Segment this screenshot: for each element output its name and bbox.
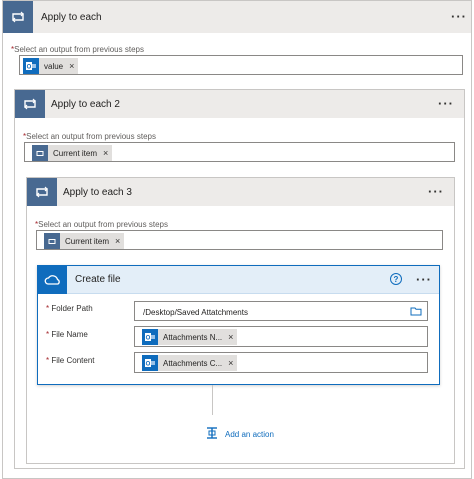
connector-line [212, 385, 213, 415]
apply-to-each-2-more-icon[interactable]: ··· [438, 97, 454, 110]
current-item-token-label: Current item [53, 148, 98, 158]
remove-token-icon[interactable]: × [115, 236, 120, 246]
svg-text:O: O [146, 336, 151, 342]
apply-to-each-2-card: Apply to each 2 ··· *Select an output fr… [14, 89, 465, 469]
value-token-label: value [44, 61, 64, 71]
remove-token-icon[interactable]: × [228, 358, 233, 368]
onedrive-icon [38, 266, 67, 294]
svg-text:O: O [146, 362, 151, 368]
create-file-card: Create file ? ··· * Folder Path /Desktop… [37, 265, 440, 385]
loop-icon [3, 1, 33, 33]
apply-to-each-3-more-icon[interactable]: ··· [428, 185, 444, 198]
apply-to-each-more-icon[interactable]: ··· [451, 10, 467, 23]
loop-icon [32, 145, 48, 161]
apply-to-each-2-field-label: *Select an output from previous steps [23, 132, 156, 141]
create-file-title: Create file [75, 274, 121, 285]
add-action-button[interactable]: Add an action [205, 426, 274, 442]
create-file-header[interactable]: Create file ? ··· [38, 266, 439, 294]
apply-to-each-output-field[interactable]: O value × [19, 55, 463, 75]
apply-to-each-header[interactable]: Apply to each ··· [3, 1, 471, 33]
add-action-label: Add an action [225, 429, 274, 439]
remove-token-icon[interactable]: × [228, 332, 233, 342]
apply-to-each-2-output-field[interactable]: Current item × [24, 142, 455, 162]
svg-text:O: O [27, 65, 32, 71]
apply-to-each-2-header[interactable]: Apply to each 2 ··· [15, 90, 464, 118]
attachments-content-token-label: Attachments C... [163, 358, 223, 368]
apply-to-each-3-field-label: *Select an output from previous steps [35, 220, 168, 229]
attachments-name-token-label: Attachments N... [163, 332, 223, 342]
current-item-token[interactable]: Current item × [32, 145, 113, 161]
apply-to-each-title: Apply to each [41, 12, 102, 23]
value-token[interactable]: O value × [23, 58, 79, 74]
apply-to-each-field-label: *Select an output from previous steps [11, 45, 144, 54]
apply-to-each-3-header[interactable]: Apply to each 3 ··· [27, 178, 454, 206]
loop-icon [15, 90, 45, 118]
loop-icon [44, 233, 60, 249]
add-action-icon [205, 426, 219, 442]
folder-path-value: /Desktop/Saved Attatchments [143, 308, 248, 317]
folder-path-label: * Folder Path [46, 304, 93, 313]
attachments-name-token[interactable]: O Attachments N... × [142, 329, 238, 345]
remove-token-icon[interactable]: × [103, 148, 108, 158]
remove-token-icon[interactable]: × [69, 61, 74, 71]
help-icon[interactable]: ? [390, 273, 402, 285]
folder-icon[interactable] [410, 306, 422, 318]
current-item-token[interactable]: Current item × [44, 233, 125, 249]
folder-path-field[interactable]: /Desktop/Saved Attatchments [134, 301, 428, 321]
outlook-icon: O [142, 329, 158, 345]
file-name-field[interactable]: O Attachments N... × [134, 326, 428, 347]
apply-to-each-3-title: Apply to each 3 [63, 187, 132, 198]
outlook-icon: O [23, 58, 39, 74]
file-content-field[interactable]: O Attachments C... × [134, 352, 428, 373]
apply-to-each-2-title: Apply to each 2 [51, 99, 120, 110]
file-content-label: * File Content [46, 356, 95, 365]
file-name-label: * File Name [46, 330, 88, 339]
loop-icon [27, 178, 57, 206]
attachments-content-token[interactable]: O Attachments C... × [142, 355, 238, 371]
apply-to-each-card: Apply to each ··· *Select an output from… [2, 0, 472, 479]
apply-to-each-3-output-field[interactable]: Current item × [36, 230, 443, 250]
current-item-token-label: Current item [65, 236, 110, 246]
create-file-more-icon[interactable]: ··· [416, 273, 432, 286]
outlook-icon: O [142, 355, 158, 371]
apply-to-each-3-card: Apply to each 3 ··· *Select an output fr… [26, 177, 455, 464]
